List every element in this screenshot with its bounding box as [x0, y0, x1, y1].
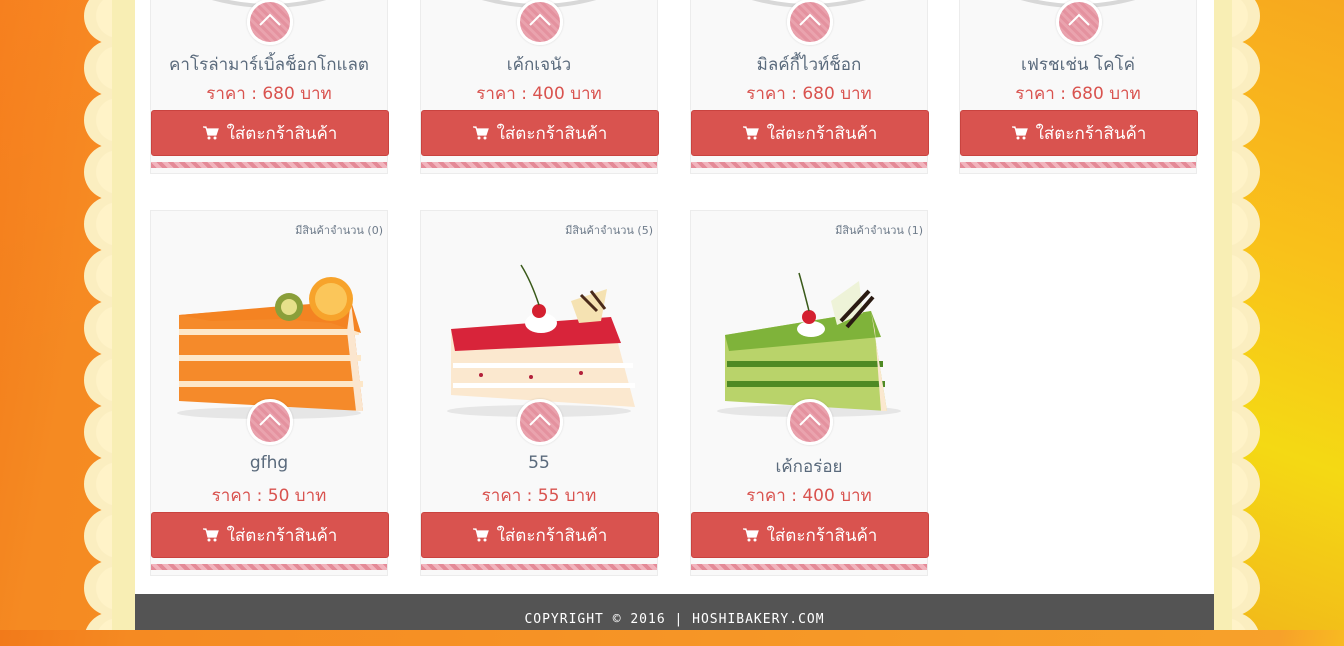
chevron-up-icon[interactable] [517, 0, 563, 45]
pink-stripe [960, 162, 1196, 168]
add-to-cart-label: ใส่ตะกร้าสินค้า [766, 123, 878, 144]
stock-count: มีสินค้าจำนวน (1) [835, 224, 923, 237]
product-card: มิลค์กี้ไวท์ช็อก ราคา : 680 บาท ใส่ตะกร้… [690, 0, 929, 174]
cart-icon [742, 528, 759, 542]
chevron-up-icon[interactable] [787, 0, 833, 45]
product-grid: คาโรล่ามาร์เบิ้ลช็อกโกแลต ราคา : 680 บาท… [135, 0, 1214, 630]
product-card: มีสินค้าจำนวน (5) 55 ราคา : 55 บาท ใส่ตะ [420, 210, 659, 576]
add-to-cart-label: ใส่ตะกร้าสินค้า [766, 525, 878, 546]
cart-icon [742, 126, 759, 140]
cart-icon [472, 528, 489, 542]
scallop-border-right [1206, 0, 1270, 630]
product-card: คาโรล่ามาร์เบิ้ลช็อกโกแลต ราคา : 680 บาท… [150, 0, 389, 174]
add-to-cart-label: ใส่ตะกร้าสินค้า [496, 123, 608, 144]
product-card: เฟรชเช่น โคโค่ ราคา : 680 บาท ใส่ตะกร้าส… [959, 0, 1198, 174]
product-price: ราคา : 680 บาท [746, 84, 872, 104]
product-price: ราคา : 680 บาท [1015, 84, 1141, 104]
product-price: ราคา : 680 บาท [206, 84, 332, 104]
product-price: ราคา : 55 บาท [481, 486, 597, 506]
product-price: ราคา : 400 บาท [476, 84, 602, 104]
chevron-up-icon[interactable] [247, 399, 293, 445]
chevron-up-icon[interactable] [247, 0, 293, 45]
product-name: เค้กอร่อย [775, 457, 843, 477]
stock-count: มีสินค้าจำนวน (0) [295, 224, 383, 237]
add-to-cart-button[interactable]: ใส่ตะกร้าสินค้า [421, 110, 659, 156]
product-name: มิลค์กี้ไวท์ช็อก [756, 55, 862, 75]
add-to-cart-button[interactable]: ใส่ตะกร้าสินค้า [691, 110, 929, 156]
cart-icon [472, 126, 489, 140]
cart-icon [202, 126, 219, 140]
product-card: เค้กเจนัว ราคา : 400 บาท ใส่ตะกร้าสินค้า [420, 0, 659, 174]
add-to-cart-label: ใส่ตะกร้าสินค้า [1035, 123, 1147, 144]
footer: COPYRIGHT © 2016 | HOSHIBAKERY.COM [135, 594, 1214, 630]
cart-icon [202, 528, 219, 542]
chevron-up-icon[interactable] [787, 399, 833, 445]
cart-icon [1011, 126, 1028, 140]
copyright-text: COPYRIGHT © 2016 | HOSHIBAKERY.COM [524, 612, 825, 627]
pink-stripe [151, 162, 387, 168]
add-to-cart-label: ใส่ตะกร้าสินค้า [226, 123, 338, 144]
add-to-cart-button[interactable]: ใส่ตะกร้าสินค้า [151, 110, 389, 156]
add-to-cart-button[interactable]: ใส่ตะกร้าสินค้า [151, 512, 389, 558]
product-name: คาโรล่ามาร์เบิ้ลช็อกโกแลต [169, 55, 369, 75]
add-to-cart-label: ใส่ตะกร้าสินค้า [496, 525, 608, 546]
pink-stripe [151, 564, 387, 570]
product-name: เฟรชเช่น โคโค่ [1021, 55, 1135, 75]
chevron-up-icon[interactable] [1056, 0, 1102, 45]
chevron-up-icon[interactable] [517, 399, 563, 445]
pink-stripe [691, 162, 927, 168]
product-price: ราคา : 50 บาท [211, 486, 327, 506]
add-to-cart-label: ใส่ตะกร้าสินค้า [226, 525, 338, 546]
product-card: มีสินค้าจำนวน (0) gfhg ราคา : 50 บาท ใส่… [150, 210, 389, 576]
add-to-cart-button[interactable]: ใส่ตะกร้าสินค้า [960, 110, 1198, 156]
add-to-cart-button[interactable]: ใส่ตะกร้าสินค้า [421, 512, 659, 558]
product-card: มีสินค้าจำนวน (1) เค้กอร่อย ราคา : 400 บ… [690, 210, 929, 576]
scallop-border-left [74, 0, 138, 630]
stock-count: มีสินค้าจำนวน (5) [565, 224, 653, 237]
product-name: เค้กเจนัว [506, 55, 572, 75]
product-name: 55 [528, 453, 550, 473]
pink-stripe [691, 564, 927, 570]
product-name: gfhg [249, 453, 289, 473]
pink-stripe [421, 162, 657, 168]
product-price: ราคา : 400 บาท [746, 486, 872, 506]
pink-stripe [421, 564, 657, 570]
add-to-cart-button[interactable]: ใส่ตะกร้าสินค้า [691, 512, 929, 558]
